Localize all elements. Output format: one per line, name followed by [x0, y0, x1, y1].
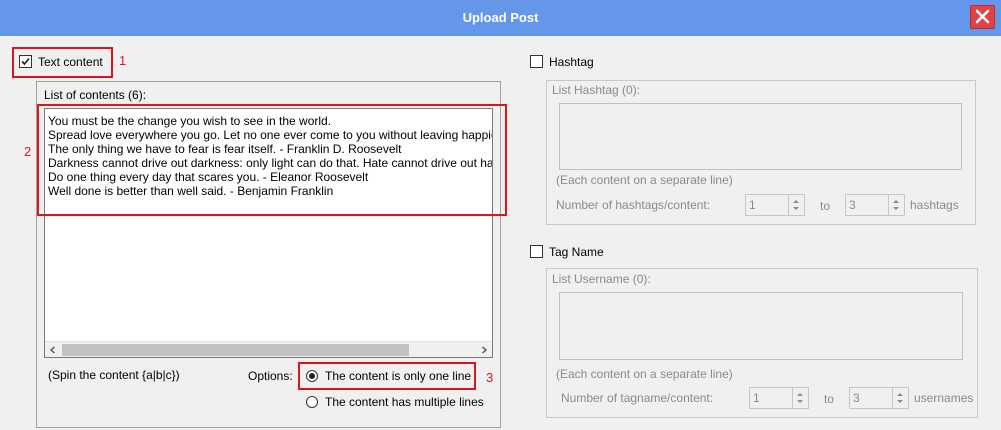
spinner-arrows-icon[interactable]: [893, 388, 907, 408]
hashtag-textarea[interactable]: [559, 103, 962, 170]
tag-name-list-label: List Username (0):: [552, 272, 651, 286]
tag-name-unit: usernames: [914, 391, 974, 405]
title-bar: Upload Post: [0, 0, 1001, 36]
tag-name-to-value: 3: [853, 391, 860, 405]
hashtag-to-spinner[interactable]: 3: [845, 194, 905, 216]
scroll-left-icon[interactable]: [49, 346, 57, 354]
options-label: Options:: [248, 369, 293, 383]
hashtag-from-spinner[interactable]: 1: [745, 194, 805, 216]
contents-highlight: [37, 104, 507, 216]
scrollbar-thumb[interactable]: [62, 344, 409, 356]
spinner-arrows-icon[interactable]: [889, 195, 903, 215]
hashtag-from-value: 1: [749, 198, 756, 212]
spinner-arrows-icon[interactable]: [793, 388, 807, 408]
option-one-line-label: The content is only one line: [325, 369, 472, 383]
tag-name-from-value: 1: [753, 391, 760, 405]
radio-one-line[interactable]: [306, 370, 318, 382]
hashtag-hint: (Each content on a separate line): [556, 173, 733, 187]
tag-name-checkbox[interactable]: [530, 245, 543, 258]
tag-name-count-label: Number of tagname/content:: [561, 391, 714, 405]
hashtag-to-label: to: [820, 199, 831, 213]
tag-name-textarea[interactable]: [559, 292, 963, 360]
hashtag-unit: hashtags: [910, 198, 959, 212]
text-content-checkbox[interactable]: [19, 55, 32, 68]
tag-name-to-spinner[interactable]: 3: [849, 387, 909, 409]
hashtag-checkbox[interactable]: [530, 55, 543, 68]
tag-name-hint: (Each content on a separate line): [556, 367, 733, 381]
close-icon: [975, 9, 990, 24]
option-multi-line-label: The content has multiple lines: [325, 395, 484, 409]
hashtag-count-label: Number of hashtags/content:: [556, 198, 711, 212]
hashtag-to-value: 3: [849, 198, 856, 212]
window-title: Upload Post: [462, 10, 539, 25]
marker-3: 3: [486, 370, 494, 385]
spinner-arrows-icon[interactable]: [789, 195, 803, 215]
marker-1: 1: [119, 53, 127, 68]
tag-name-to-label: to: [824, 392, 835, 406]
marker-2: 2: [24, 144, 32, 159]
tag-name-from-spinner[interactable]: 1: [749, 387, 809, 409]
close-button[interactable]: [970, 5, 995, 29]
text-content-label: Text content: [38, 55, 103, 69]
radio-multi-line[interactable]: [306, 396, 318, 408]
hashtag-label: Hashtag: [549, 55, 594, 69]
list-contents-label: List of contents (6):: [44, 88, 147, 102]
horizontal-scrollbar[interactable]: [45, 341, 492, 357]
checkmark-icon: [21, 57, 30, 66]
spin-hint: (Spin the content {a|b|c}): [48, 368, 180, 382]
hashtag-list-label: List Hashtag (0):: [552, 83, 641, 97]
tag-name-label: Tag Name: [549, 245, 604, 259]
scroll-right-icon[interactable]: [480, 346, 488, 354]
